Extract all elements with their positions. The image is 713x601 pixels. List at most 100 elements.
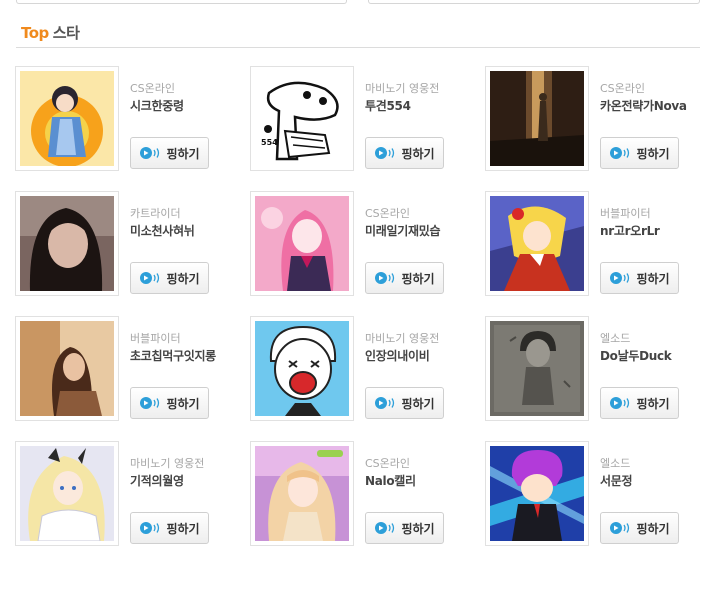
ping-speaker-icon: [610, 397, 630, 409]
ping-button[interactable]: 핑하기: [600, 262, 679, 294]
ping-button-label: 핑하기: [166, 271, 200, 286]
ping-button-label: 핑하기: [401, 146, 435, 161]
top-panel-left: [16, 0, 347, 4]
avatar-image: [490, 71, 584, 166]
ping-speaker-icon: [140, 147, 160, 159]
ping-button-label: 핑하기: [401, 396, 435, 411]
star-avatar[interactable]: [250, 441, 354, 546]
section-divider: [16, 47, 700, 48]
avatar-image: [255, 196, 349, 291]
ping-button[interactable]: 핑하기: [130, 262, 209, 294]
avatar-image: [20, 446, 114, 541]
avatar-image: [490, 321, 584, 416]
star-avatar[interactable]: [485, 66, 589, 171]
avatar-image: [20, 71, 114, 166]
ping-button-label: 핑하기: [166, 396, 200, 411]
star-category: CS온라인: [600, 82, 646, 95]
star-avatar[interactable]: [15, 441, 119, 546]
ping-button[interactable]: 핑하기: [365, 512, 444, 544]
star-card: CS온라인 미래일기재밌습 핑하기: [250, 191, 465, 296]
ping-button-label: 핑하기: [401, 271, 435, 286]
ping-button-label: 핑하기: [166, 146, 200, 161]
star-category: 버블파이터: [130, 332, 181, 345]
avatar-image: [490, 446, 584, 541]
avatar-image: [20, 321, 114, 416]
star-name[interactable]: 투견554: [365, 97, 411, 114]
star-avatar[interactable]: [485, 316, 589, 421]
star-name[interactable]: 미래일기재밌습: [365, 222, 440, 239]
star-card: 엘소드 서문정 핑하기: [485, 441, 700, 546]
ping-speaker-icon: [140, 522, 160, 534]
ping-button-label: 핑하기: [166, 521, 200, 536]
top-panel-right: [368, 0, 700, 4]
star-category: 카트라이더: [130, 207, 181, 220]
star-category: 마비노기 영웅전: [130, 457, 205, 470]
star-category: 마비노기 영웅전: [365, 82, 440, 95]
star-card: CS온라인 Nalo캘리 핑하기: [250, 441, 465, 546]
star-category: 엘소드: [600, 457, 631, 470]
star-name[interactable]: 미소천사혀뉘: [130, 222, 195, 239]
ping-speaker-icon: [375, 147, 395, 159]
ping-button[interactable]: 핑하기: [600, 137, 679, 169]
ping-speaker-icon: [140, 397, 160, 409]
ping-speaker-icon: [375, 522, 395, 534]
section-title: Top 스타: [21, 22, 80, 43]
star-avatar[interactable]: [250, 191, 354, 296]
star-card: 마비노기 영웅전 기적의월영 핑하기: [15, 441, 230, 546]
ping-button-label: 핑하기: [636, 521, 670, 536]
star-card: 카트라이더 미소천사혀뉘 핑하기: [15, 191, 230, 296]
star-name[interactable]: 인장의내이비: [365, 347, 430, 364]
ping-speaker-icon: [610, 272, 630, 284]
ping-button[interactable]: 핑하기: [130, 512, 209, 544]
star-category: 버블파이터: [600, 207, 651, 220]
section-title-accent: Top: [21, 24, 49, 42]
ping-speaker-icon: [375, 397, 395, 409]
svg-text:554: 554: [261, 138, 278, 147]
ping-button[interactable]: 핑하기: [600, 387, 679, 419]
star-name[interactable]: 카온전략가Nova: [600, 97, 687, 114]
star-name[interactable]: Nalo캘리: [365, 472, 416, 489]
ping-button-label: 핑하기: [636, 271, 670, 286]
ping-button-label: 핑하기: [401, 521, 435, 536]
ping-speaker-icon: [610, 522, 630, 534]
ping-button[interactable]: 핑하기: [365, 137, 444, 169]
star-card: 버블파이터 nr고r오rLr 핑하기: [485, 191, 700, 296]
star-avatar[interactable]: [250, 316, 354, 421]
avatar-image: [255, 321, 349, 416]
section-title-text: 스타: [52, 24, 80, 42]
star-category: CS온라인: [365, 457, 411, 470]
star-avatar[interactable]: [15, 66, 119, 171]
ping-button[interactable]: 핑하기: [600, 512, 679, 544]
ping-speaker-icon: [610, 147, 630, 159]
star-card: CS온라인 카온전략가Nova 핑하기: [485, 66, 700, 171]
avatar-image: [490, 196, 584, 291]
ping-button[interactable]: 핑하기: [130, 387, 209, 419]
star-card: 554 마비노기 영웅전 투견554 핑하기: [250, 66, 465, 171]
star-name[interactable]: 서문정: [600, 472, 633, 489]
avatar-image: 554: [255, 71, 349, 166]
ping-button[interactable]: 핑하기: [365, 262, 444, 294]
star-name[interactable]: 시크한중령: [130, 97, 184, 114]
ping-button[interactable]: 핑하기: [365, 387, 444, 419]
ping-button-label: 핑하기: [636, 396, 670, 411]
ping-speaker-icon: [375, 272, 395, 284]
star-name[interactable]: 기적의월영: [130, 472, 184, 489]
star-avatar[interactable]: [485, 441, 589, 546]
star-card: 엘소드 Do날두Duck 핑하기: [485, 316, 700, 421]
ping-button[interactable]: 핑하기: [130, 137, 209, 169]
star-card: 버블파이터 초코칩먹구잇지롱 핑하기: [15, 316, 230, 421]
star-avatar[interactable]: 554: [250, 66, 354, 171]
star-name[interactable]: Do날두Duck: [600, 347, 672, 364]
star-avatar[interactable]: [485, 191, 589, 296]
star-card: CS온라인 시크한중령 핑하기: [15, 66, 230, 171]
star-category: CS온라인: [365, 207, 411, 220]
star-category: CS온라인: [130, 82, 176, 95]
ping-button-label: 핑하기: [636, 146, 670, 161]
star-name[interactable]: 초코칩먹구잇지롱: [130, 347, 216, 364]
star-avatar[interactable]: [15, 191, 119, 296]
star-name[interactable]: nr고r오rLr: [600, 222, 660, 239]
avatar-image: [255, 446, 349, 541]
star-avatar[interactable]: [15, 316, 119, 421]
star-card: 마비노기 영웅전 인장의내이비 핑하기: [250, 316, 465, 421]
ping-speaker-icon: [140, 272, 160, 284]
